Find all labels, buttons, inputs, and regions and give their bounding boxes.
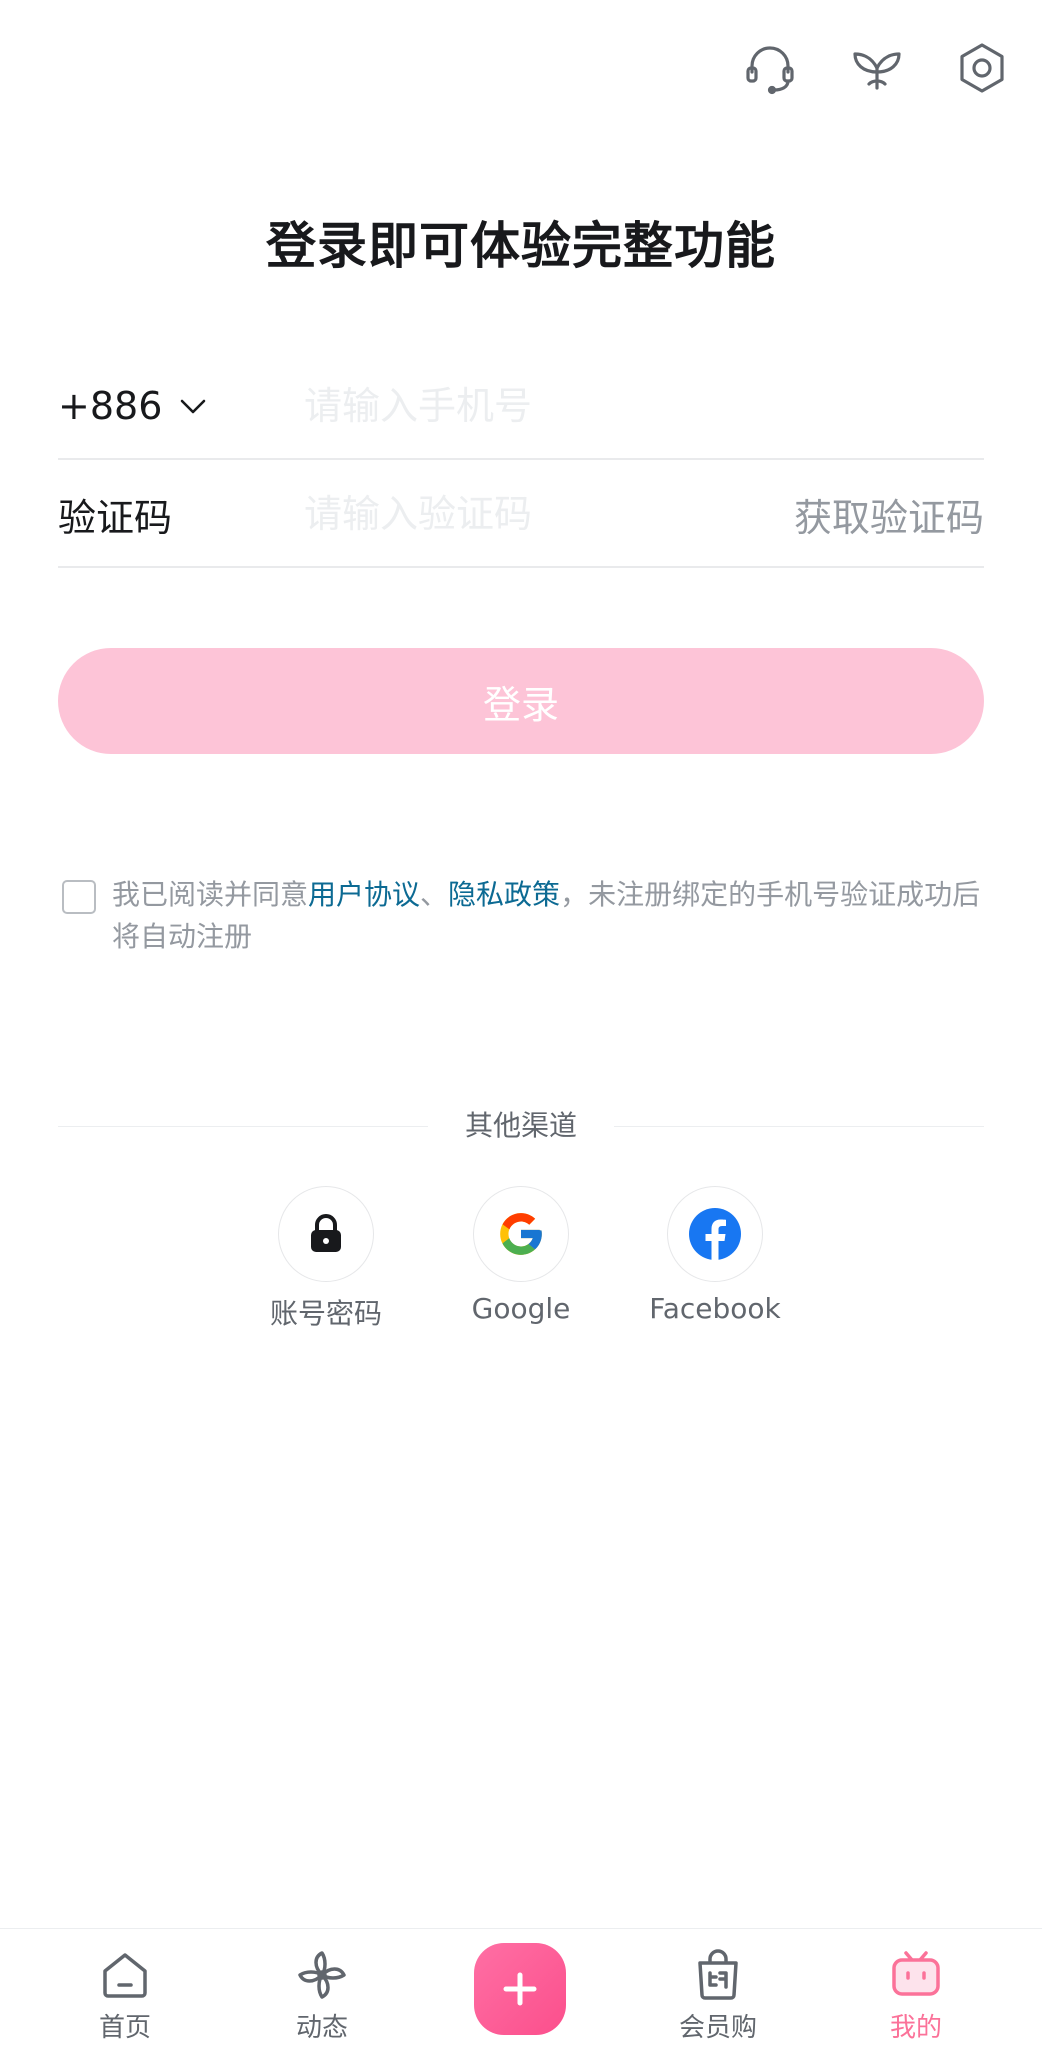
- phone-input[interactable]: [304, 376, 784, 436]
- chevron-down-icon: [181, 399, 206, 414]
- google-login-option[interactable]: Google: [451, 1186, 591, 1325]
- bottom-nav: 首页 动态 会员购 我的: [0, 1928, 1042, 2048]
- phone-row: +886: [58, 352, 984, 460]
- other-channels-title: 其他渠道: [464, 1109, 577, 1142]
- home-icon: [103, 1953, 147, 1998]
- code-input[interactable]: [304, 484, 784, 544]
- privacy-policy-link[interactable]: 隐私政策: [448, 878, 560, 911]
- password-login-option[interactable]: 账号密码: [256, 1186, 396, 1332]
- nav-home-label: 首页: [98, 2013, 151, 2043]
- agreement-text: 我已阅读并同意用户协议、隐私政策，未注册绑定的手机号验证成功后将自动注册: [112, 874, 992, 958]
- customer-service-button[interactable]: [738, 36, 802, 100]
- page-title: 登录即可体验完整功能: [266, 217, 776, 275]
- user-agreement-link[interactable]: 用户协议: [308, 878, 420, 911]
- facebook-login-circle: [667, 1186, 763, 1282]
- password-login-circle: [278, 1186, 374, 1282]
- nav-mine[interactable]: 我的: [846, 1929, 986, 2048]
- facebook-icon: [689, 1208, 741, 1260]
- nav-member-shop[interactable]: 会员购: [648, 1929, 788, 2048]
- nav-home[interactable]: 首页: [55, 1929, 195, 2048]
- agreement-separator: 、: [420, 878, 449, 911]
- plus-icon: [503, 1972, 537, 2006]
- country-code-selector[interactable]: +886: [58, 352, 208, 460]
- facebook-login-option[interactable]: Facebook: [645, 1186, 785, 1325]
- teen-mode-button[interactable]: [845, 36, 909, 100]
- facebook-login-label: Facebook: [649, 1292, 781, 1325]
- nav-mine-label: 我的: [889, 2013, 942, 2043]
- code-label: 验证码: [58, 495, 173, 540]
- agreement-checkbox[interactable]: [62, 880, 96, 914]
- settings-icon: [960, 43, 1004, 93]
- code-row: 验证码 获取验证码: [58, 460, 984, 568]
- settings-button[interactable]: [950, 36, 1014, 100]
- google-login-label: Google: [471, 1292, 571, 1325]
- headset-icon: [746, 46, 794, 95]
- login-button[interactable]: 登录: [58, 648, 984, 754]
- publish-button[interactable]: [474, 1943, 566, 2035]
- agreement-prefix: 我已阅读并同意: [112, 878, 309, 911]
- google-icon: [500, 1213, 542, 1255]
- tv-icon: [892, 1951, 940, 1996]
- sprout-icon: [853, 52, 901, 90]
- other-channels-divider: 其他渠道: [58, 1104, 984, 1148]
- nav-dynamic[interactable]: 动态: [252, 1929, 392, 2048]
- get-code-button[interactable]: 获取验证码: [794, 460, 984, 568]
- country-code: +886: [58, 384, 163, 428]
- shopping-bag-icon: [698, 1949, 738, 2000]
- nav-member-shop-label: 会员购: [678, 2013, 757, 2043]
- nav-dynamic-label: 动态: [295, 2013, 348, 2043]
- password-login-label: 账号密码: [269, 1297, 382, 1330]
- google-login-circle: [473, 1186, 569, 1282]
- lock-icon: [311, 1214, 341, 1252]
- pinwheel-icon: [298, 1951, 346, 1999]
- login-page: 登录即可体验完整功能 +886 验证码 获取验证码 登录 我已阅读并同意用户协议…: [0, 0, 1042, 2048]
